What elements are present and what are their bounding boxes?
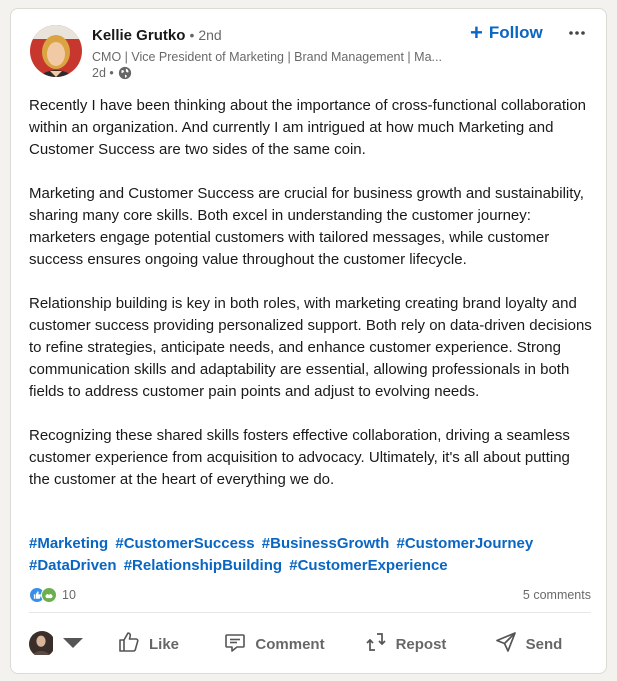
send-button[interactable]: Send xyxy=(469,622,587,666)
author-headline: CMO | Vice President of Marketing | Bran… xyxy=(92,50,442,64)
plus-icon: + xyxy=(470,20,483,45)
hashtag-link[interactable]: #Marketing xyxy=(29,535,108,552)
repost-icon xyxy=(364,630,388,658)
comment-icon xyxy=(223,630,247,658)
hashtag-link[interactable]: #CustomerExperience xyxy=(289,557,447,574)
repost-label: Repost xyxy=(395,635,447,653)
chevron-down-icon xyxy=(61,630,85,658)
divider xyxy=(29,612,591,613)
post-card: Kellie Grutko • 2nd CMO | Vice President… xyxy=(10,8,607,674)
follow-label: Follow xyxy=(488,23,543,42)
action-bar: Like Comment Repost Send xyxy=(29,621,597,667)
hashtag-link[interactable]: #RelationshipBuilding xyxy=(124,557,282,574)
comment-button[interactable]: Comment xyxy=(207,622,341,666)
repost-button[interactable]: Repost xyxy=(341,622,469,666)
post-meta: 2d • xyxy=(92,66,132,80)
hashtag-link[interactable]: #CustomerJourney xyxy=(396,535,533,552)
reactions-summary[interactable]: 10 xyxy=(29,587,76,603)
hashtag-link[interactable]: #BusinessGrowth xyxy=(262,535,390,552)
like-label: Like xyxy=(148,635,179,653)
reaction-count: 10 xyxy=(62,588,76,602)
post-paragraph: Recognizing these shared skills fosters … xyxy=(29,427,570,488)
follow-button[interactable]: + Follow xyxy=(470,21,543,45)
send-label: Send xyxy=(525,635,563,653)
author-avatar[interactable] xyxy=(30,25,82,77)
author-name[interactable]: Kellie Grutko xyxy=(92,27,185,44)
author-name-row: Kellie Grutko • 2nd xyxy=(92,27,222,44)
viewer-avatar xyxy=(29,631,55,657)
post-paragraph: Marketing and Customer Success are cruci… xyxy=(29,185,584,268)
post-header: Kellie Grutko • 2nd CMO | Vice President… xyxy=(11,9,606,89)
more-options-icon[interactable] xyxy=(565,21,589,45)
comment-label: Comment xyxy=(255,635,325,653)
post-body: Recently I have been thinking about the … xyxy=(29,95,594,513)
comments-count[interactable]: 5 comments xyxy=(523,588,591,602)
post-paragraph: Recently I have been thinking about the … xyxy=(29,97,586,158)
support-reaction-icon xyxy=(41,587,57,603)
like-button[interactable]: Like xyxy=(89,622,207,666)
send-icon xyxy=(494,630,518,658)
globe-icon xyxy=(118,66,132,80)
hashtag-link[interactable]: #DataDriven xyxy=(29,557,117,574)
hashtag-link[interactable]: #CustomerSuccess xyxy=(115,535,254,552)
thumbs-up-icon xyxy=(117,630,141,658)
reaction-identity-selector[interactable] xyxy=(29,622,89,666)
connection-degree: • 2nd xyxy=(189,27,222,43)
post-paragraph: Relationship building is key in both rol… xyxy=(29,295,592,400)
hashtag-list: #Marketing #CustomerSuccess #BusinessGro… xyxy=(29,533,594,577)
social-counts: 10 5 comments xyxy=(29,585,591,605)
post-time: 2d • xyxy=(92,66,114,80)
